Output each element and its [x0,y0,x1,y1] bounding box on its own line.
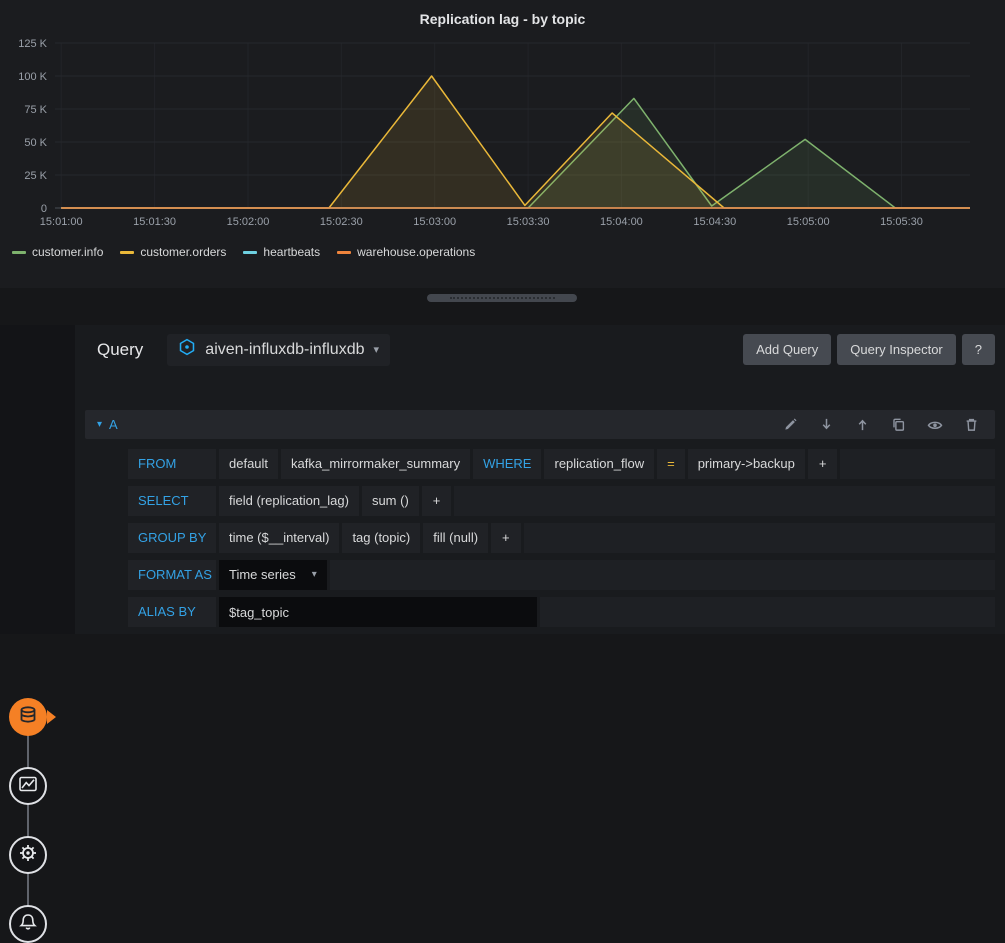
query-segment[interactable]: sum () [362,486,419,516]
query-row-format-as: FORMAT AS Time series ▾ [128,560,995,590]
active-tab-arrow [47,710,56,724]
resize-scrollbar-handle[interactable] [427,294,577,302]
legend-series-marker [12,251,26,254]
influxdb-datasource-icon [178,338,196,361]
grafana-panel-edit-view: { "chart_data": { "type": "line", "title… [0,0,1005,634]
panel-editor-tab-strip [0,325,75,634]
query-ref-id: A [109,417,118,432]
svg-text:15:01:00: 15:01:00 [40,216,83,228]
move-query-down-icon[interactable] [819,417,834,432]
query-row-from: FROMdefaultkafka_mirrormaker_summaryWHER… [128,449,995,479]
toggle-query-visibility-icon[interactable] [927,417,943,433]
sidebar-tab-queries[interactable] [9,698,47,736]
query-editor-panel: Query aiven-influxdb-influxdb ▾ Add Quer… [75,325,1005,634]
move-query-up-icon[interactable] [855,417,870,432]
gear-icon [18,843,38,868]
legend-series-name: customer.info [32,245,103,259]
query-toolbar [783,417,983,433]
query-segment[interactable]: time ($__interval) [219,523,339,553]
chart-legend: customer.info customer.orders heartbeats wa… [12,245,475,259]
query-segment[interactable]: field (replication_lag) [219,486,359,516]
bell-icon [18,912,38,937]
datasource-name: aiven-influxdb-influxdb [205,341,364,359]
legend-series-name: heartbeats [263,245,320,259]
datasource-picker[interactable]: aiven-influxdb-influxdb ▾ [167,334,390,366]
chevron-down-icon: ▾ [374,343,380,356]
chevron-down-icon: ▾ [312,560,317,590]
where-keyword-label: WHERE [473,449,541,479]
svg-text:125 K: 125 K [18,38,47,50]
svg-text:15:05:30: 15:05:30 [880,216,923,228]
svg-text:75 K: 75 K [24,104,47,116]
query-keyword-label: SELECT [128,486,216,516]
replication-lag-chart: 15:01:00 15:01:30 15:02:00 15:02:30 15:03:00… [0,29,1005,241]
query-builder-rows: FROMdefaultkafka_mirrormaker_summaryWHER… [128,449,995,627]
query-ref-header: ▾ A [85,410,995,439]
svg-text:15:05:00: 15:05:00 [787,216,830,228]
query-segment[interactable]: fill (null) [423,523,488,553]
duplicate-query-icon[interactable] [891,417,906,432]
sidebar-tab-visualization[interactable] [9,767,47,805]
collapse-query-icon[interactable]: ▾ [97,419,102,430]
svg-text:100 K: 100 K [18,71,47,83]
query-segment[interactable]: replication_flow [544,449,654,479]
legend-item[interactable]: customer.orders [120,245,226,259]
svg-text:15:04:30: 15:04:30 [693,216,736,228]
query-row-select: SELECTfield (replication_lag)sum ()+ [128,486,995,516]
legend-item[interactable]: warehouse.operations [337,245,475,259]
legend-series-marker [243,251,257,254]
query-editor-title: Query [97,340,143,360]
svg-text:15:04:00: 15:04:00 [600,216,643,228]
legend-series-marker [120,251,134,254]
svg-text:15:01:30: 15:01:30 [133,216,176,228]
alias-by-input[interactable] [219,597,537,627]
row-filler [330,560,995,590]
help-button[interactable]: ? [962,334,995,365]
svg-text:15:02:00: 15:02:00 [227,216,270,228]
row-filler [454,486,995,516]
delete-query-icon[interactable] [964,417,979,432]
svg-text:15:03:00: 15:03:00 [413,216,456,228]
query-keyword-label: GROUP BY [128,523,216,553]
row-filler [840,449,995,479]
row-filler [540,597,995,627]
format-as-value: Time series [229,560,296,590]
sidebar-tab-general[interactable] [9,836,47,874]
svg-text:0: 0 [41,203,47,215]
legend-item[interactable]: heartbeats [243,245,320,259]
legend-series-marker [337,251,351,254]
add-query-button[interactable]: Add Query [743,334,831,365]
visualization-icon [18,774,38,799]
edit-query-icon[interactable] [783,417,798,432]
svg-text:50 K: 50 K [24,137,47,149]
legend-series-name: customer.orders [140,245,226,259]
add-segment-button[interactable]: + [808,449,838,479]
query-keyword-label: ALIAS BY [128,597,216,627]
query-segment[interactable]: primary->backup [688,449,805,479]
query-segment[interactable]: default [219,449,278,479]
database-icon [18,705,38,730]
panel-title: Replication lag - by topic [0,0,1005,27]
tab-connector-line [27,717,29,924]
add-segment-button[interactable]: + [491,523,521,553]
query-row-alias-by: ALIAS BY [128,597,995,627]
query-keyword-label: FROM [128,449,216,479]
svg-text:15:02:30: 15:02:30 [320,216,363,228]
svg-text:15:03:30: 15:03:30 [507,216,550,228]
add-segment-button[interactable]: + [422,486,452,516]
query-row-group-by: GROUP BYtime ($__interval)tag (topic)fil… [128,523,995,553]
row-filler [524,523,995,553]
legend-item[interactable]: customer.info [12,245,103,259]
sidebar-tab-alert[interactable] [9,905,47,943]
query-inspector-button[interactable]: Query Inspector [837,334,956,365]
query-editor-header: Query aiven-influxdb-influxdb ▾ Add Quer… [85,333,995,366]
format-as-select[interactable]: Time series ▾ [219,560,327,590]
query-segment[interactable]: tag (topic) [342,523,420,553]
svg-text:25 K: 25 K [24,170,47,182]
chart-panel: Replication lag - by topic 15:01:0015:01… [0,0,1005,288]
query-keyword-label: FORMAT AS [128,560,216,590]
legend-series-name: warehouse.operations [357,245,475,259]
query-segment[interactable]: kafka_mirrormaker_summary [281,449,470,479]
query-segment[interactable]: = [657,449,685,479]
